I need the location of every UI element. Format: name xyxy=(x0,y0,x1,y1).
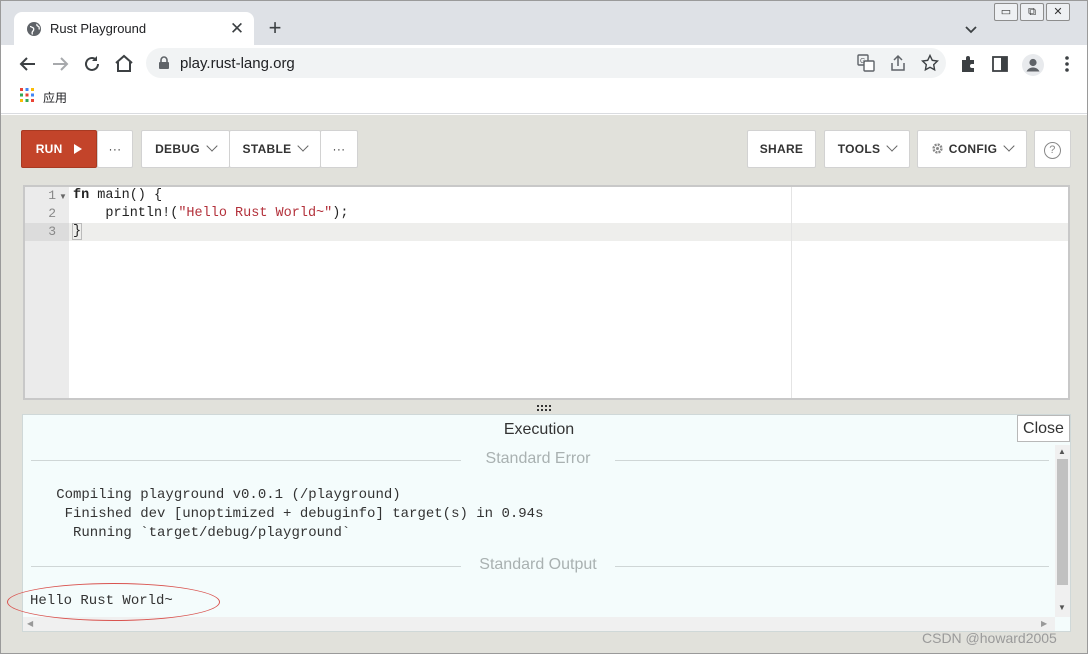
string-token: "Hello Rust World~" xyxy=(178,206,333,221)
url-text[interactable]: play.rust-lang.org xyxy=(180,55,295,72)
line-number: 2 xyxy=(48,206,56,221)
browser-toolbar: play.rust-lang.org G xyxy=(1,45,1087,82)
line-number: 1 xyxy=(48,188,56,203)
scrollbar-thumb[interactable] xyxy=(1057,459,1068,585)
restore-button[interactable]: ⧉ xyxy=(1020,3,1044,21)
stderr-line: Finished dev [unoptimized + debuginfo] t… xyxy=(31,506,544,522)
stderr-header: Standard Error xyxy=(461,450,615,468)
chevron-down-icon xyxy=(1003,140,1015,152)
side-panel-icon[interactable] xyxy=(990,54,1010,74)
extensions-puzzle-icon[interactable] xyxy=(958,54,978,74)
profile-avatar-icon[interactable] xyxy=(1022,54,1044,76)
gear-icon xyxy=(932,143,943,154)
highlight-ellipse xyxy=(7,583,220,621)
bookmarks-bar xyxy=(1,82,1087,114)
home-icon[interactable] xyxy=(111,51,137,77)
code-token: } xyxy=(71,223,83,240)
scroll-left-icon[interactable]: ◀ xyxy=(27,619,33,628)
code-editor[interactable]: 1 ▼ 2 3 fn main() { println!("Hello Rust… xyxy=(23,185,1070,400)
mode-dropdown[interactable]: DEBUG xyxy=(141,130,230,168)
globe-icon xyxy=(26,21,42,37)
print-margin xyxy=(791,187,792,398)
close-output-button[interactable]: Close xyxy=(1017,415,1070,442)
stdout-header: Standard Output xyxy=(461,556,615,574)
config-label: CONFIG xyxy=(948,142,998,156)
code-token: println!( xyxy=(73,206,179,221)
tab-title: Rust Playground xyxy=(50,21,147,36)
fold-arrow-icon[interactable]: ▼ xyxy=(59,192,67,201)
line-number: 3 xyxy=(48,224,56,239)
help-button[interactable]: ? xyxy=(1034,130,1071,168)
stderr-line: Compiling playground v0.0.1 (/playground… xyxy=(31,487,401,503)
code-line-3[interactable]: } xyxy=(71,223,83,240)
tab-rust-playground[interactable]: Rust Playground ✕ xyxy=(14,12,254,46)
code-line-2[interactable]: println!("Hello Rust World~"); xyxy=(73,206,348,221)
help-icon: ? xyxy=(1044,142,1061,159)
output-title: Execution xyxy=(503,421,575,438)
svg-text:G: G xyxy=(860,58,865,65)
new-tab-icon[interactable]: + xyxy=(263,17,287,41)
code-line-1[interactable]: fn main() { xyxy=(73,188,162,203)
lock-icon[interactable] xyxy=(158,56,170,70)
tab-close-icon[interactable]: ✕ xyxy=(227,19,247,39)
tab-strip: Rust Playground ✕ + ▭ ⧉ ✕ xyxy=(1,1,1087,46)
channel-dropdown[interactable]: STABLE xyxy=(229,130,321,168)
run-label: RUN xyxy=(35,142,63,156)
scroll-up-icon[interactable]: ▲ xyxy=(1058,447,1066,456)
reload-icon[interactable] xyxy=(79,51,105,77)
tools-label: TOOLS xyxy=(837,142,881,156)
code-token: main() { xyxy=(89,188,163,203)
chevron-down-icon xyxy=(297,140,310,152)
address-bar[interactable]: play.rust-lang.org G xyxy=(146,48,946,78)
minimize-button[interactable]: ▭ xyxy=(994,3,1018,21)
scroll-right-icon[interactable]: ▶ xyxy=(1041,619,1047,628)
code-token: ); xyxy=(332,206,349,221)
translate-icon[interactable]: G xyxy=(857,54,875,72)
advanced-options-button[interactable]: ··· xyxy=(320,130,358,168)
play-icon xyxy=(74,143,83,154)
watermark: CSDN @howard2005 xyxy=(922,630,1057,646)
channel-label: STABLE xyxy=(242,142,292,156)
keyword-token: fn xyxy=(73,188,90,203)
bookmark-star-icon[interactable] xyxy=(921,54,939,72)
vertical-scrollbar[interactable]: ▲ ▼ xyxy=(1055,445,1070,617)
apps-grid-icon[interactable] xyxy=(19,87,35,103)
share-page-icon[interactable] xyxy=(889,54,907,72)
active-line-highlight xyxy=(69,223,1068,241)
close-window-button[interactable]: ✕ xyxy=(1046,3,1070,21)
bookmark-apps-label[interactable]: 应用 xyxy=(43,89,67,106)
more-menu-icon[interactable] xyxy=(1057,54,1077,74)
chevron-down-icon xyxy=(886,140,898,152)
run-more-button[interactable]: ··· xyxy=(97,130,133,168)
tab-search-chevron-icon[interactable] xyxy=(959,19,983,41)
config-dropdown[interactable]: CONFIG xyxy=(917,130,1027,168)
back-arrow-icon[interactable] xyxy=(15,51,41,77)
share-button[interactable]: SHARE xyxy=(747,130,816,168)
forward-arrow-icon[interactable] xyxy=(47,51,73,77)
scroll-down-icon[interactable]: ▼ xyxy=(1058,603,1066,612)
chevron-down-icon xyxy=(206,140,218,152)
horizontal-scrollbar[interactable]: ◀ ▶ xyxy=(23,617,1055,631)
tools-dropdown[interactable]: TOOLS xyxy=(824,130,910,168)
run-button[interactable]: RUN xyxy=(21,130,97,168)
mode-label: DEBUG xyxy=(155,142,200,156)
resize-handle[interactable] xyxy=(536,404,552,412)
stderr-line: Running `target/debug/playground` xyxy=(31,525,351,541)
